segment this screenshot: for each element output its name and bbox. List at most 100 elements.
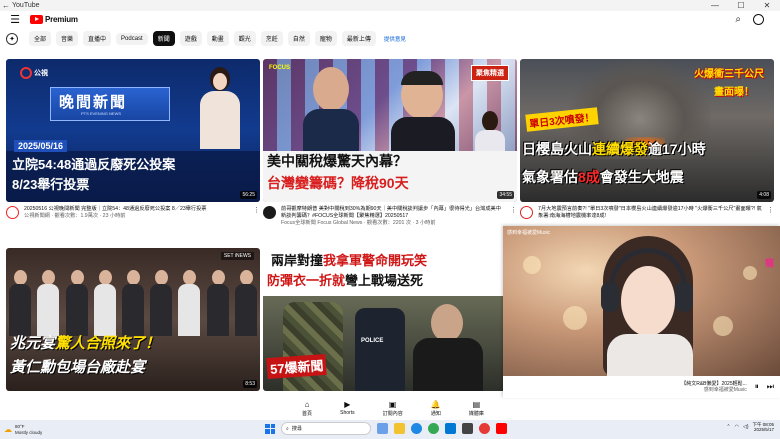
video-title[interactable]: 7月大地震預言前奏?! "單日3次噴發"日本櫻島火山連續爆發逾17小時 "火爆衝… <box>538 206 762 220</box>
windows-start-icon[interactable] <box>265 423 275 434</box>
video-card[interactable]: SET iNEWS 兆元宴驚人合照來了！ 黃仁勳包場台廠赴宴 8:53 <box>6 248 260 391</box>
minimize-button[interactable]: — <box>702 1 728 10</box>
thumb-badge: 聚焦精選 <box>471 65 509 81</box>
chip-live[interactable]: 直播中 <box>83 31 112 46</box>
store-icon[interactable] <box>445 423 456 434</box>
more-options-icon[interactable]: ⋮ <box>767 206 774 220</box>
account-icon[interactable] <box>753 14 764 25</box>
thumb-caption: 8/23舉行投票 <box>12 177 90 192</box>
video-card[interactable]: 兩岸對撞我拿軍警命開玩笑 防彈衣一折就彎上戰場送死 POLICE 57爆新聞 <box>263 248 517 391</box>
windows-taskbar: ☁ 80°F Mostly cloudy ⌕ 搜尋 ⌃ ◠ ◁) 下午 08:05… <box>0 420 780 439</box>
chip-all[interactable]: 全部 <box>29 31 52 46</box>
focus-logo: FOCUS <box>269 65 290 71</box>
channel-avatar[interactable] <box>6 206 19 219</box>
next-icon[interactable]: ⏭ <box>767 382 774 392</box>
chip-pets[interactable]: 寵物 <box>314 31 337 46</box>
video-thumbnail[interactable]: SET iNEWS 兆元宴驚人合照來了！ 黃仁勳包場台廠赴宴 8:53 <box>6 248 260 391</box>
weather-desc: Mostly cloudy <box>15 429 43 435</box>
pts-logo: 公視 <box>20 67 48 79</box>
person-figure <box>303 67 359 155</box>
thumb-caption: 日櫻島火山連續爆發逾17小時 <box>522 141 706 157</box>
compass-icon[interactable]: ✦ <box>6 32 18 45</box>
thumb-caption: 立院54:48通過反廢死公投案 <box>12 157 176 172</box>
taskbar-search[interactable]: ⌕ 搜尋 <box>281 422 371 435</box>
youtube-play-icon <box>30 15 43 24</box>
video-title[interactable]: 20250516 公視晚間新聞 完整版｜立院54：48通過反廢死公投案 8／23… <box>24 206 206 213</box>
nav-home[interactable]: ⌂ 首頁 <box>302 400 312 420</box>
app-icon[interactable] <box>479 423 490 434</box>
thumb-tag: 火爆衝三千公尺 <box>694 69 764 80</box>
youtube-taskbar-icon[interactable] <box>496 423 507 434</box>
video-metadata: 公視新聞網 · 觀看次數：1.9萬次 · 23 小時前 <box>24 213 126 220</box>
miniplayer[interactable]: 感到幸福被愛Music 寵 【純文R&B懶愛】2025輕鬆... 感到幸福被愛M… <box>503 226 780 398</box>
chip-music[interactable]: 音樂 <box>56 31 79 46</box>
person-figure <box>391 71 455 157</box>
57-news-logo: 57爆新聞 <box>266 353 328 380</box>
video-duration: 56:25 <box>240 191 257 199</box>
chrome-icon[interactable] <box>428 423 439 434</box>
subscriptions-icon: ▣ <box>388 400 397 409</box>
chip-news[interactable]: 新聞 <box>152 31 175 46</box>
more-options-icon[interactable]: ⋮ <box>510 206 517 227</box>
bottom-navigation: ⌂ 首頁 ▶ Shorts ▣ 訂閱內容 🔔 通知 ▤ 媒體庫 <box>288 400 498 420</box>
video-thumbnail[interactable]: FOCUS 聚焦精選 美中關稅爆驚天內幕？ 台灣變籌碼？降稅90天 34:55 <box>263 59 517 202</box>
file-explorer-icon[interactable] <box>394 423 405 434</box>
youtube-logo[interactable]: Premium <box>30 15 78 24</box>
chip-animation[interactable]: 動畫 <box>206 31 229 46</box>
group-photo <box>6 256 260 336</box>
nav-subscriptions[interactable]: ▣ 訂閱內容 <box>383 400 403 420</box>
chip-nature[interactable]: 自然 <box>287 31 310 46</box>
chip-recent[interactable]: 最新上傳 <box>341 31 376 46</box>
video-title[interactable]: 前哥觀摩特朗普 美對中關稅到30%為期90天｜美中關稅談判讓步「內幕」很待得光」… <box>281 206 505 220</box>
volume-icon[interactable]: ◁) <box>743 424 749 430</box>
channel-avatar[interactable] <box>520 206 533 219</box>
thumb-tag: 畫面曝！ <box>714 87 754 98</box>
hamburger-icon[interactable]: ☰ <box>0 13 30 26</box>
youtube-header: ☰ Premium ⌕ <box>0 11 780 28</box>
clock[interactable]: 下午 08:05 2025/5/17 <box>752 422 774 433</box>
logo-text: Premium <box>45 15 78 24</box>
window-title: YouTube <box>12 2 40 9</box>
search-icon[interactable]: ⌕ <box>735 14 741 25</box>
wifi-icon[interactable]: ◠ <box>735 424 739 430</box>
nav-library[interactable]: ▤ 媒體庫 <box>469 400 484 420</box>
video-card[interactable]: 公視 晚間新聞 PTS EVENING NEWS 2025/05/16 立院54… <box>6 59 260 220</box>
video-thumbnail[interactable]: 兩岸對撞我拿軍警命開玩笑 防彈衣一折就彎上戰場送死 POLICE 57爆新聞 <box>263 248 517 391</box>
video-card[interactable]: FOCUS 聚焦精選 美中關稅爆驚天內幕？ 台灣變籌碼？降稅90天 34:55 … <box>263 59 517 227</box>
app-icon[interactable] <box>462 423 473 434</box>
miniplayer-channel: 感到幸福被愛Music <box>507 230 551 236</box>
nav-shorts[interactable]: ▶ Shorts <box>340 400 354 420</box>
chip-podcast[interactable]: Podcast <box>116 32 148 45</box>
news-anchor-figure <box>198 67 242 149</box>
chip-cooking[interactable]: 烹飪 <box>260 31 283 46</box>
pause-icon[interactable]: ⏸ <box>755 382 759 392</box>
soldier-figure <box>283 302 343 391</box>
thumb-caption: 氣象署估8成會發生大地震 <box>522 169 684 185</box>
back-arrow-icon[interactable]: ← <box>0 1 12 10</box>
search-icon: ⌕ <box>286 425 289 432</box>
chip-travel[interactable]: 觀光 <box>233 31 256 46</box>
cloud-sun-icon: ☁ <box>4 425 12 434</box>
video-duration: 34:55 <box>497 191 514 199</box>
maximize-button[interactable]: ☐ <box>728 1 754 10</box>
more-options-icon[interactable]: ⋮ <box>253 206 260 220</box>
video-thumbnail[interactable]: 火爆衝三千公尺 畫面曝！ 單日3次噴發！ 日櫻島火山連續爆發逾17小時 氣象署估… <box>520 59 774 202</box>
chevron-up-icon[interactable]: ⌃ <box>726 424 730 430</box>
weather-widget[interactable]: ☁ 80°F Mostly cloudy <box>0 424 120 435</box>
video-card[interactable]: 火爆衝三千公尺 畫面曝！ 單日3次噴發！ 日櫻島火山連續爆發逾17小時 氣象署估… <box>520 59 774 220</box>
video-thumbnail[interactable]: 公視 晚間新聞 PTS EVENING NEWS 2025/05/16 立院54… <box>6 59 260 202</box>
chip-games[interactable]: 遊戲 <box>179 31 202 46</box>
thumb-banner: 晚間新聞 PTS EVENING NEWS <box>50 87 170 121</box>
channel-avatar[interactable] <box>263 206 276 219</box>
video-duration: 8:53 <box>243 380 257 388</box>
miniplayer-video[interactable]: 感到幸福被愛Music 寵 <box>503 226 780 376</box>
bell-icon: 🔔 <box>430 400 441 409</box>
home-icon: ⌂ <box>304 400 310 409</box>
video-metadata: Focus全球新聞 Focus Global News · 觀看次數：2201 … <box>281 220 436 227</box>
task-view-icon[interactable] <box>377 423 388 434</box>
feedback-link[interactable]: 提供意見 <box>381 35 406 43</box>
close-button[interactable]: ✕ <box>754 1 780 10</box>
edge-icon[interactable] <box>411 423 422 434</box>
window-title-bar: ← YouTube — ☐ ✕ <box>0 0 780 11</box>
nav-notifications[interactable]: 🔔 通知 <box>431 400 441 420</box>
